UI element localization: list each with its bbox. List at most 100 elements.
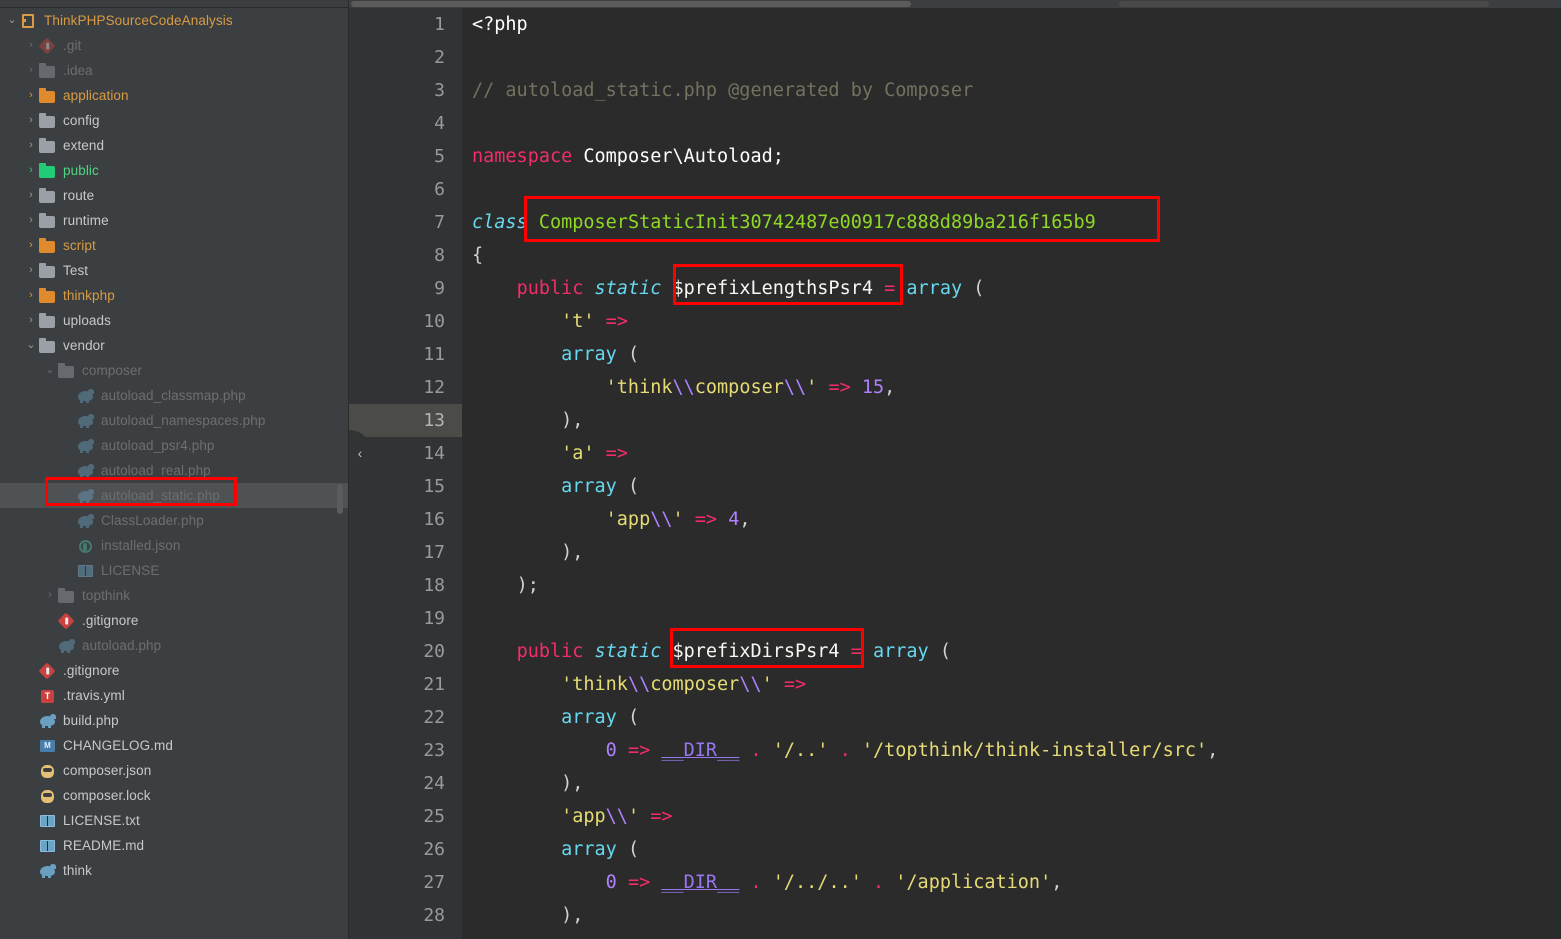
tree-item-changelog-md[interactable]: M CHANGELOG.md [0,733,348,758]
line-number[interactable]: 24 [349,767,462,800]
code-line[interactable]: 'app\\' => [472,800,1561,833]
tree-item-readme-md[interactable]: README.md [0,833,348,858]
line-number[interactable]: 22 [349,701,462,734]
tree-item-gitignore[interactable]: .gitignore [0,658,348,683]
tree-item-autoload-classmap-php[interactable]: autoload_classmap.php [0,383,348,408]
code-line[interactable]: ); [472,569,1561,602]
line-number[interactable]: 15 [349,470,462,503]
tree-item-vendor[interactable]: ⌄ vendor [0,333,348,358]
tree-item-idea[interactable]: › .idea [0,58,348,83]
chevron-down-icon[interactable]: ⌄ [23,340,39,351]
line-number[interactable]: 29 [349,932,462,939]
chevron-right-icon[interactable]: › [23,115,39,126]
line-number[interactable]: 8 [349,239,462,272]
code-line[interactable] [472,41,1561,74]
tree-item-gitignore[interactable]: .gitignore [0,608,348,633]
tree-item-license[interactable]: LICENSE [0,558,348,583]
chevron-right-icon[interactable]: › [42,590,58,601]
code-text[interactable]: <?php // autoload_static.php @generated … [462,8,1561,939]
line-number[interactable]: 12 [349,371,462,404]
code-line[interactable]: 0 => __DIR__ . '/..' . '/topthink/think-… [472,734,1561,767]
line-number[interactable]: 3 [349,74,462,107]
chevron-right-icon[interactable]: › [23,90,39,101]
code-line[interactable]: public static $prefixDirsPsr4 = array ( [472,635,1561,668]
chevron-right-icon[interactable]: › [23,265,39,276]
tree-item-extend[interactable]: › extend [0,133,348,158]
chevron-right-icon[interactable]: › [23,315,39,326]
tree-item-build-php[interactable]: build.php [0,708,348,733]
code-line[interactable]: 't' => [472,305,1561,338]
line-number[interactable]: 9 [349,272,462,305]
code-line[interactable]: public static $prefixLengthsPsr4 = array… [472,272,1561,305]
code-line[interactable]: ), [472,404,1561,437]
scrollbar-thumb[interactable] [351,1,911,7]
line-number[interactable]: 1 [349,8,462,41]
code-line[interactable] [472,173,1561,206]
chevron-right-icon[interactable]: › [23,240,39,251]
line-number-gutter[interactable]: 1 2 3 4 5 6 7 8 9 10 11 12 13 14 15 16 17 18 19 20 21 22 23 24 2… [349,8,462,939]
code-line[interactable]: { [472,239,1561,272]
chevron-right-icon[interactable]: › [23,140,39,151]
line-number[interactable]: 18 [349,569,462,602]
line-number[interactable]: 26 [349,833,462,866]
project-tree[interactable]: ⌄ ThinkPHPSourceCodeAnalysis › .git › .idea › a… [0,8,348,939]
code-line[interactable] [472,107,1561,140]
tree-item-license-txt[interactable]: LICENSE.txt [0,808,348,833]
line-number[interactable]: 4 [349,107,462,140]
code-line[interactable]: 'app\\' => 4, [472,503,1561,536]
code-line[interactable]: namespace Composer\Autoload; [472,140,1561,173]
chevron-right-icon[interactable]: › [23,165,39,176]
code-line[interactable]: class ComposerStaticInit30742487e00917c8… [472,206,1561,239]
line-number[interactable]: 2 [349,41,462,74]
code-line[interactable]: // autoload_static.php @generated by Com… [472,74,1561,107]
tree-item-think[interactable]: think [0,858,348,883]
tree-item-travis-yml[interactable]: T .travis.yml [0,683,348,708]
line-number[interactable]: 7 [349,206,462,239]
tree-item-public[interactable]: › public [0,158,348,183]
tree-item-installed-json[interactable]: installed.json [0,533,348,558]
code-line[interactable]: 'think\\composer\\' => [472,668,1561,701]
code-line[interactable]: array ( [472,470,1561,503]
code-line[interactable]: ), [472,767,1561,800]
line-number[interactable]: 27 [349,866,462,899]
tree-item-autoload-static-php[interactable]: autoload_static.php [0,483,348,508]
line-number[interactable]: 5 [349,140,462,173]
tree-item-git[interactable]: › .git [0,33,348,58]
line-number[interactable]: 21 [349,668,462,701]
tree-item-application[interactable]: › application [0,83,348,108]
tree-item-composer[interactable]: ⌄ composer [0,358,348,383]
tree-item-thinkphpsourcecodeanalysis[interactable]: ⌄ ThinkPHPSourceCodeAnalysis [0,8,348,33]
line-number[interactable]: 16 [349,503,462,536]
code-line[interactable]: ) [472,932,1561,939]
chevron-right-icon[interactable]: › [23,215,39,226]
chevron-right-icon[interactable]: › [23,40,39,51]
code-line[interactable]: 0 => __DIR__ . '/../..' . '/application'… [472,866,1561,899]
tree-item-composer-lock[interactable]: composer.lock [0,783,348,808]
tree-item-classloader-php[interactable]: ClassLoader.php [0,508,348,533]
tree-item-uploads[interactable]: › uploads [0,308,348,333]
code-line[interactable]: 'a' => [472,437,1561,470]
code-line[interactable]: ), [472,899,1561,932]
chevron-down-icon[interactable]: ⌄ [42,365,58,376]
tree-item-route[interactable]: › route [0,183,348,208]
tree-item-autoload-php[interactable]: autoload.php [0,633,348,658]
tree-item-autoload-namespaces-php[interactable]: autoload_namespaces.php [0,408,348,433]
tree-item-autoload-psr4-php[interactable]: autoload_psr4.php [0,433,348,458]
code-line[interactable]: array ( [472,701,1561,734]
line-number[interactable]: 10 [349,305,462,338]
line-number[interactable]: 25 [349,800,462,833]
code-line[interactable]: array ( [472,833,1561,866]
tree-vertical-scrollbar[interactable] [337,484,343,514]
editor-horizontal-scrollbar[interactable] [349,0,1561,8]
line-number[interactable]: 28 [349,899,462,932]
tree-item-runtime[interactable]: › runtime [0,208,348,233]
tree-item-thinkphp[interactable]: › thinkphp [0,283,348,308]
code-line[interactable]: <?php [472,8,1561,41]
code-line[interactable]: 'think\\composer\\' => 15, [472,371,1561,404]
code-line[interactable]: array ( [472,338,1561,371]
code-line[interactable] [472,602,1561,635]
scrollbar-thumb-secondary[interactable] [1119,1,1489,7]
tree-item-autoload-real-php[interactable]: autoload_real.php [0,458,348,483]
line-number[interactable]: 20 [349,635,462,668]
tree-item-script[interactable]: › script [0,233,348,258]
